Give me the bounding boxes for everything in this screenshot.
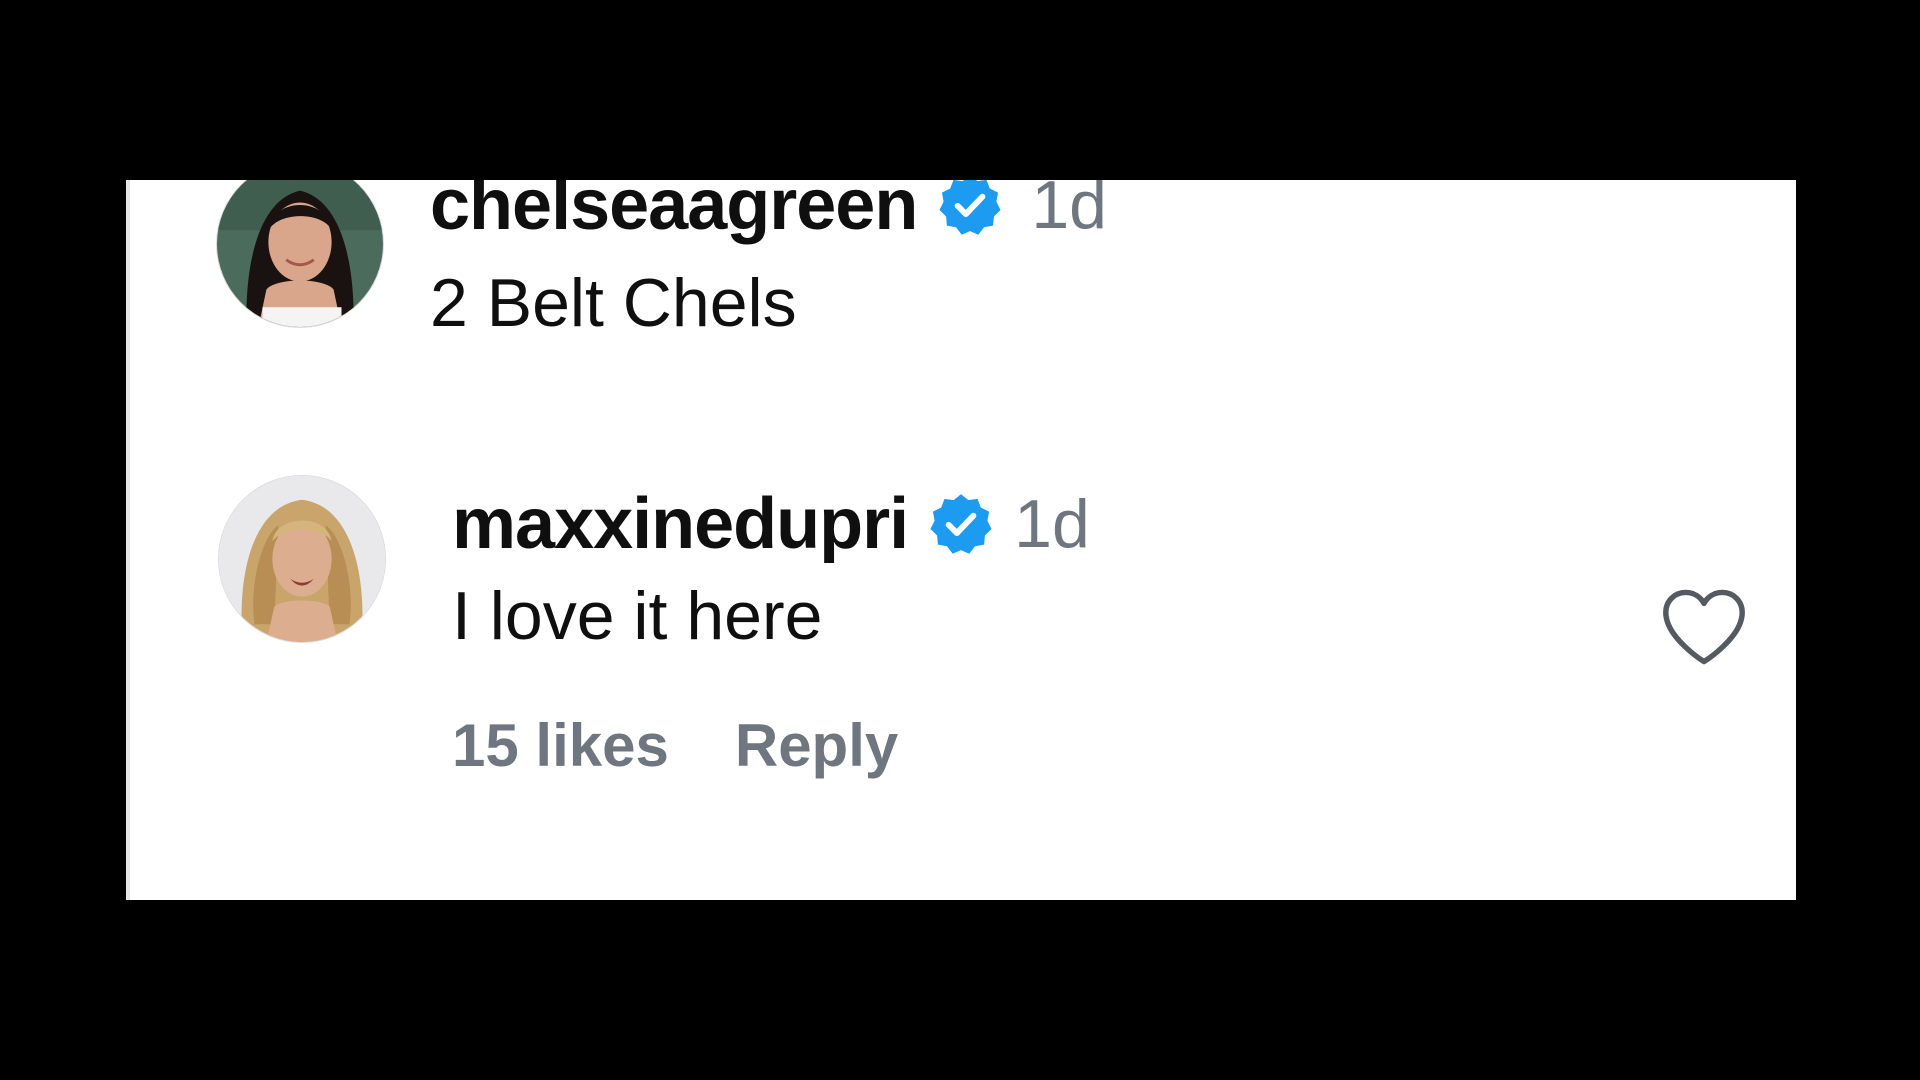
username[interactable]: maxxinedupri [452, 483, 909, 565]
user-avatar[interactable] [218, 475, 386, 643]
user-avatar[interactable] [216, 180, 384, 328]
avatar-photo [219, 476, 385, 642]
comment-header: chelseaagreen 1d [430, 180, 1107, 246]
comment-timestamp: 1d [1014, 486, 1090, 562]
comment-actions: 15 likes Reply [452, 711, 898, 780]
comment-text: I love it here [452, 578, 823, 654]
heart-outline-icon[interactable] [1660, 587, 1748, 667]
username[interactable]: chelseaagreen [430, 180, 918, 246]
verified-badge-icon [928, 491, 994, 557]
reply-button[interactable]: Reply [735, 711, 898, 780]
comments-panel: chelseaagreen 1d 2 Belt Chels maxxinedup… [126, 180, 1796, 900]
likes-count[interactable]: 15 likes [452, 711, 669, 780]
panel-left-border [126, 180, 130, 900]
comment-header: maxxinedupri 1d [452, 483, 1090, 565]
verified-badge-icon [937, 180, 1003, 238]
comment-text: 2 Belt Chels [430, 265, 797, 341]
avatar-photo [217, 180, 383, 327]
comment-timestamp: 1d [1031, 180, 1107, 243]
